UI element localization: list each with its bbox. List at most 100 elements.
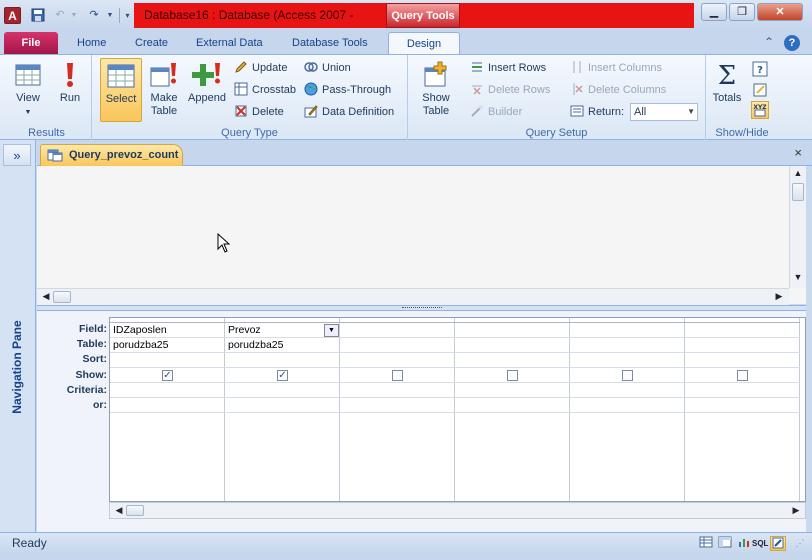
chevron-down-icon[interactable]: ▼ [324,324,339,337]
tab-external-data[interactable]: External Data [190,32,269,54]
minimize-button[interactable]: ▁ [701,3,727,21]
redo-icon[interactable]: ↷ [86,8,102,23]
run-button[interactable]: Run [54,58,86,122]
upper-vscroll-thumb[interactable] [792,183,804,201]
union-button[interactable]: Union [304,58,351,78]
update-button[interactable]: Update [234,58,287,78]
scroll-left-icon[interactable]: ◀ [39,291,53,302]
nav-pane-toggle-button[interactable]: » [3,144,31,166]
show-checkbox[interactable] [392,370,403,381]
or-cell[interactable] [455,398,570,414]
criteria-cell[interactable] [225,383,340,399]
delete-rows-button[interactable]: Delete Rows [470,80,550,100]
crosstab-button[interactable]: Crosstab [234,80,296,100]
totals-button[interactable]: Σ Totals [708,58,746,122]
access-app-icon[interactable]: A [4,7,21,24]
delete-columns-button[interactable]: Delete Columns [570,80,666,100]
table-cell[interactable] [340,338,455,354]
field-cell[interactable]: IDZaposlen [110,323,225,339]
document-tab-query[interactable]: Query_prevoz_count [40,144,183,166]
field-cell[interactable] [570,323,685,339]
table-cell[interactable]: porudzba25 [225,338,340,354]
restore-button[interactable]: ❐ [729,3,755,21]
tab-file[interactable]: File [4,32,58,54]
pivottable-view-icon[interactable] [717,536,733,551]
show-checkbox[interactable] [737,370,748,381]
or-cell[interactable] [570,398,685,414]
property-sheet-icon[interactable] [752,82,768,98]
or-cell[interactable] [685,398,800,414]
or-cell[interactable] [225,398,340,414]
pass-through-button[interactable]: Pass-Through [304,80,391,100]
table-cell[interactable]: porudzba25 [110,338,225,354]
redo-dropdown-icon[interactable]: ▼ [102,8,118,23]
tab-design[interactable]: Design [388,32,460,54]
tab-database-tools[interactable]: Database Tools [286,32,374,54]
scroll-left-icon[interactable]: ◀ [112,505,126,516]
select-query-button[interactable]: Select [100,58,142,122]
insert-columns-button[interactable]: Insert Columns [570,58,662,78]
show-cell[interactable] [685,368,800,384]
show-checkbox[interactable] [507,370,518,381]
navigation-pane-bar[interactable]: Navigation Pane [2,290,32,450]
field-cell[interactable] [340,323,455,339]
field-cell[interactable]: Prevoz ▼ [225,323,340,339]
splitter-grip[interactable] [402,307,442,310]
table-cell[interactable] [570,338,685,354]
or-cell[interactable] [110,398,225,414]
append-button[interactable]: Append [186,58,228,122]
table-cell[interactable] [685,338,800,354]
save-icon[interactable] [30,8,46,23]
resize-grip-icon[interactable]: ⋰ [792,536,808,551]
show-cell[interactable]: ✓ [225,368,340,384]
or-cell[interactable] [340,398,455,414]
sort-cell[interactable] [570,353,685,369]
lower-horizontal-scrollbar[interactable]: ◀ ▶ [109,502,806,519]
view-button[interactable]: View ▼ [8,58,48,122]
field-cell[interactable] [685,323,800,339]
undo-dropdown-icon[interactable]: ▼ [66,8,82,23]
scroll-up-icon[interactable]: ▲ [791,168,805,178]
navigation-pane[interactable]: » Navigation Pane [0,140,36,532]
show-cell[interactable] [455,368,570,384]
parameters-icon[interactable]: ? [752,61,768,77]
close-document-icon[interactable]: × [794,145,802,160]
show-table-button[interactable]: Show Table [416,58,456,122]
upper-horizontal-scrollbar[interactable]: ◀ ▶ [37,288,789,305]
show-checkbox[interactable] [622,370,633,381]
sort-cell[interactable] [340,353,455,369]
close-button[interactable]: ✕ [757,3,803,21]
make-table-button[interactable]: Make Table [146,58,182,122]
minimize-ribbon-icon[interactable]: ⌃ [764,35,774,49]
design-view-icon[interactable] [770,536,786,551]
return-dropdown[interactable]: All ▼ [630,103,698,121]
scroll-down-icon[interactable]: ▼ [791,272,805,282]
sort-cell[interactable] [225,353,340,369]
show-checkbox[interactable]: ✓ [162,370,173,381]
lower-hscroll-thumb[interactable] [126,505,144,516]
upper-hscroll-thumb[interactable] [53,291,71,303]
sort-cell[interactable] [685,353,800,369]
criteria-cell[interactable] [340,383,455,399]
customize-qat-icon[interactable]: ▾ [119,8,135,23]
datasheet-view-icon[interactable] [698,536,714,551]
show-cell[interactable]: ✓ [110,368,225,384]
criteria-cell[interactable] [110,383,225,399]
sort-cell[interactable] [455,353,570,369]
field-cell[interactable] [455,323,570,339]
delete-query-button[interactable]: Delete [234,102,284,122]
table-names-icon[interactable]: XYZ [751,101,769,119]
show-cell[interactable] [570,368,685,384]
criteria-cell[interactable] [570,383,685,399]
builder-button[interactable]: Builder [470,102,522,122]
upper-vertical-scrollbar[interactable]: ▲ ▼ [789,166,806,288]
show-checkbox[interactable]: ✓ [277,370,288,381]
criteria-cell[interactable] [685,383,800,399]
sort-cell[interactable] [110,353,225,369]
data-definition-button[interactable]: Data Definition [304,102,394,122]
query-table-area[interactable] [37,166,806,304]
criteria-cell[interactable] [455,383,570,399]
tab-create[interactable]: Create [129,32,174,54]
show-cell[interactable] [340,368,455,384]
scroll-right-icon[interactable]: ▶ [789,505,803,516]
